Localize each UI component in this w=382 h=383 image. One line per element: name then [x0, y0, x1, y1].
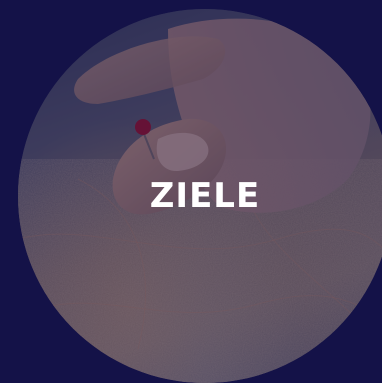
destinations-tile: ZIELE — [0, 0, 382, 383]
destinations-link[interactable]: ZIELE — [18, 9, 382, 383]
tile-label: ZIELE — [149, 176, 261, 216]
